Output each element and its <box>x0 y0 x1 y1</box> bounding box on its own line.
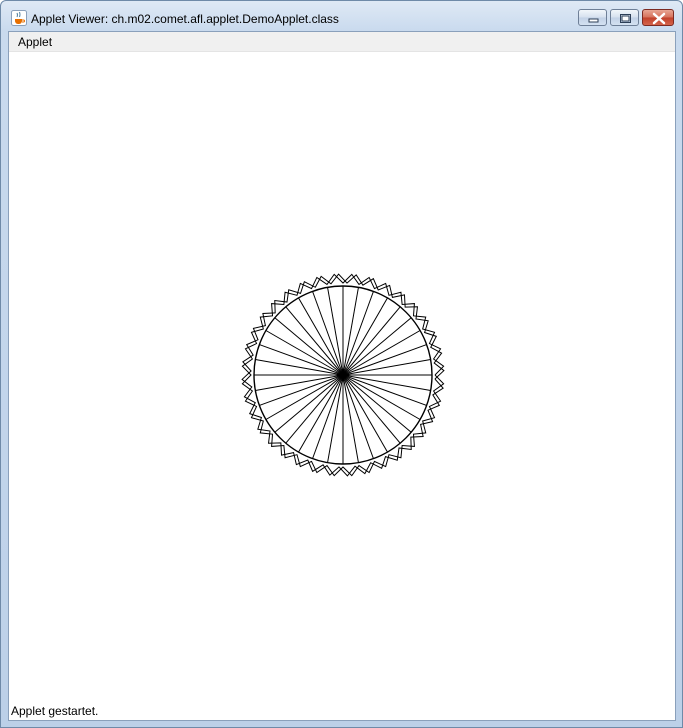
minimize-icon <box>588 18 599 23</box>
menu-bar: Applet <box>9 32 675 52</box>
applet-viewer-window: Applet Viewer: ch.m02.comet.afl.applet.D… <box>0 0 683 728</box>
maximize-icon <box>620 14 631 23</box>
close-button[interactable] <box>642 9 674 26</box>
title-bar[interactable]: Applet Viewer: ch.m02.comet.afl.applet.D… <box>1 1 682 31</box>
menu-applet[interactable]: Applet <box>16 35 54 49</box>
spoke-circle-figure <box>241 273 445 477</box>
applet-canvas[interactable] <box>9 52 675 700</box>
maximize-button[interactable] <box>610 9 639 26</box>
applet-viewer-client: Applet Applet gestartet. <box>8 31 676 721</box>
java-coffee-icon <box>11 10 27 26</box>
window-title: Applet Viewer: ch.m02.comet.afl.applet.D… <box>31 12 339 26</box>
close-icon <box>652 12 666 25</box>
minimize-button[interactable] <box>578 9 607 26</box>
status-text: Applet gestartet. <box>11 704 99 718</box>
